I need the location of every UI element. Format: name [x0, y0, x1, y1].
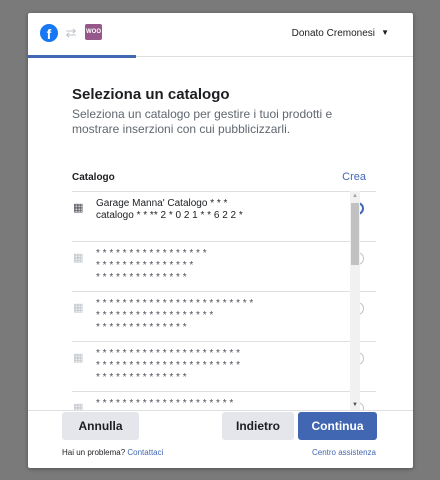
catalog-name: Garage Manna' Catalogo * * * catalogo * …: [96, 198, 331, 222]
chevron-down-icon[interactable]: ▼: [381, 28, 389, 37]
scrollbar-thumb[interactable]: [351, 203, 359, 265]
catalog-row[interactable]: ▦ * * * * * * * * * * * * * * * * * * * …: [72, 392, 376, 410]
catalog-dialog: f ⇄ WOO Donato Cremonesi ▼ Seleziona un …: [28, 13, 413, 468]
progress-bar: [28, 55, 136, 58]
catalog-name: * * * * * * * * * * * * * * * * * * * * …: [96, 398, 331, 410]
catalog-name: * * * * * * * * * * * * * * * * * * * * …: [96, 248, 331, 284]
catalog-name-line: * * * * * * * * * * * * * *: [96, 372, 187, 383]
continue-button[interactable]: Continua: [298, 412, 377, 440]
catalog-row[interactable]: ▦ * * * * * * * * * * * * * * * * * * * …: [72, 292, 376, 342]
catalog-name-line: * * * * * * * * * * * * * * * * * * * * …: [96, 360, 240, 371]
back-button[interactable]: Indietro: [222, 412, 294, 440]
help-center-link[interactable]: Centro assistenza: [312, 448, 376, 457]
catalog-list: ▦ Garage Manna' Catalogo * * * catalogo …: [72, 191, 376, 410]
catalog-row[interactable]: ▦ * * * * * * * * * * * * * * * * * * * …: [72, 242, 376, 292]
woocommerce-logo-icon: WOO: [85, 24, 102, 40]
catalog-name-line: * * * * * * * * * * * * * * *: [96, 260, 194, 271]
catalog-name-line: * * * * * * * * * * * * * * * * * *: [96, 310, 214, 321]
footer-divider: [28, 410, 413, 411]
create-catalog-link[interactable]: Crea: [342, 171, 366, 183]
catalog-name-line: * * * * * * * * * * * * * *: [96, 322, 187, 333]
catalog-icon: ▦: [73, 251, 84, 264]
help-prompt: Hai un problema?: [62, 448, 128, 457]
catalog-name: * * * * * * * * * * * * * * * * * * * * …: [96, 348, 331, 384]
catalog-label: Catalogo: [72, 172, 115, 183]
scroll-up-icon[interactable]: ▲: [352, 193, 358, 199]
scroll-down-icon[interactable]: ▼: [352, 402, 358, 408]
catalog-name-line: * * * * * * * * * * * * * *: [96, 272, 187, 283]
contact-link[interactable]: Contattaci: [127, 448, 163, 457]
user-name[interactable]: Donato Cremonesi: [292, 28, 375, 39]
catalog-name-line: * * * * * * * * * * * * * * * * * * * * …: [96, 298, 254, 309]
catalog-name-line: * * * * * * * * * * * * * * * * *: [96, 248, 207, 259]
catalog-scrollbar[interactable]: ▲ ▼: [350, 191, 360, 410]
page-title: Seleziona un catalogo: [72, 86, 230, 103]
facebook-logo-icon: f: [40, 24, 58, 42]
dialog-header: f ⇄ WOO Donato Cremonesi ▼: [28, 13, 413, 58]
help-text: Hai un problema? Contattaci: [62, 448, 163, 457]
page-subtitle: Seleziona un catalogo per gestire i tuoi…: [72, 107, 333, 136]
catalog-id-line: catalogo * * ** 2 * 0 2 1 * * 6 2 2 *: [96, 210, 243, 221]
catalog-row[interactable]: ▦ Garage Manna' Catalogo * * * catalogo …: [72, 192, 376, 242]
catalog-icon: ▦: [73, 401, 84, 411]
catalog-name-line: * * * * * * * * * * * * * * * * * * * * …: [96, 398, 234, 409]
catalog-row[interactable]: ▦ * * * * * * * * * * * * * * * * * * * …: [72, 342, 376, 392]
catalog-name-line: * * * * * * * * * * * * * * * * * * * * …: [96, 348, 240, 359]
catalog-name-line: Garage Manna' Catalogo * * *: [96, 198, 228, 209]
cancel-button[interactable]: Annulla: [62, 412, 139, 440]
catalog-icon: ▦: [73, 301, 84, 314]
sync-icon: ⇄: [65, 25, 77, 40]
dialog-intro: Seleziona un catalogo Seleziona un catal…: [72, 85, 372, 137]
catalog-section-header: Catalogo Crea: [72, 171, 366, 186]
catalog-icon: ▦: [73, 201, 84, 214]
catalog-name: * * * * * * * * * * * * * * * * * * * * …: [96, 298, 331, 334]
catalog-icon: ▦: [73, 351, 84, 364]
